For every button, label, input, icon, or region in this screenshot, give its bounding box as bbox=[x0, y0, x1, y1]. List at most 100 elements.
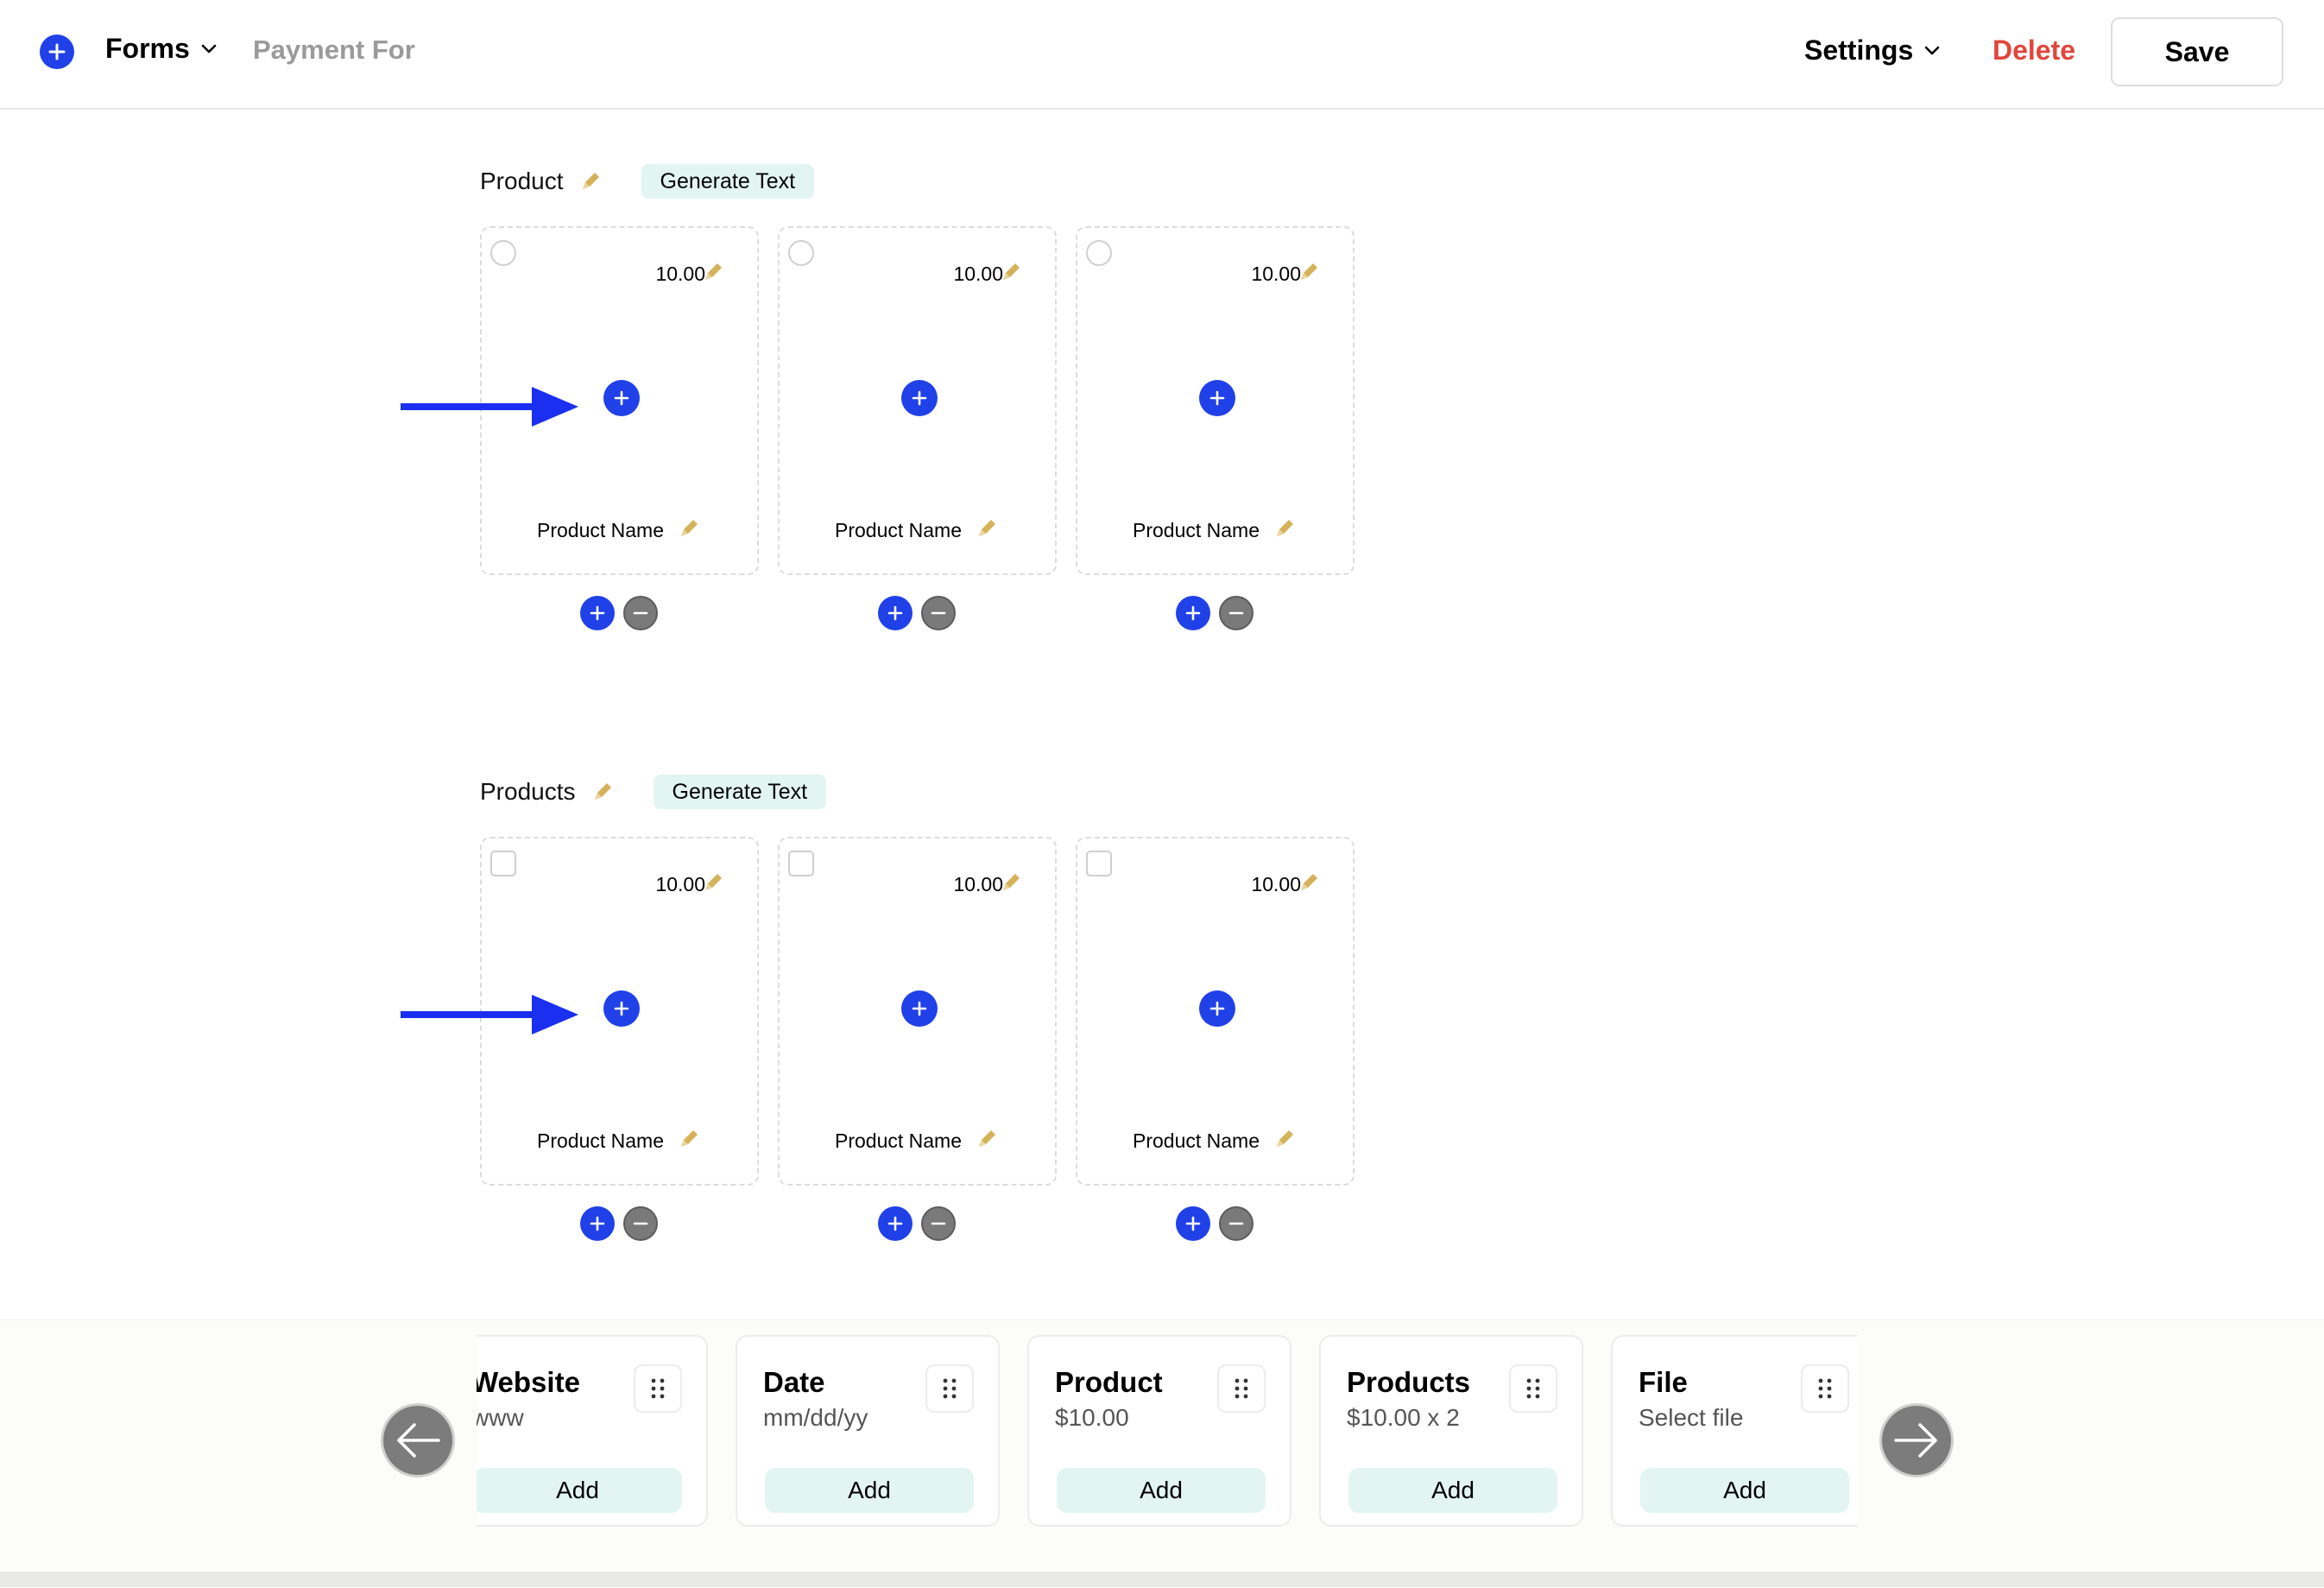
field-list: Website www Add Date mm/dd/yy Add Produc… bbox=[477, 1335, 1858, 1527]
add-card-button[interactable] bbox=[1176, 596, 1210, 630]
section-header: Products Generate Text bbox=[480, 773, 827, 811]
pencil-icon[interactable] bbox=[678, 1128, 700, 1150]
remove-card-button[interactable] bbox=[921, 1206, 956, 1241]
field-title: Website bbox=[477, 1366, 580, 1398]
remove-card-button[interactable] bbox=[1219, 1206, 1254, 1241]
select-checkbox[interactable] bbox=[1086, 851, 1112, 876]
pencil-icon[interactable] bbox=[1273, 517, 1296, 540]
field-card-products: Products $10.00 x 2 Add bbox=[1319, 1335, 1583, 1527]
select-checkbox[interactable] bbox=[788, 851, 814, 876]
add-field-button[interactable]: Add bbox=[477, 1468, 682, 1513]
field-card-product: Product $10.00 Add bbox=[1027, 1335, 1291, 1527]
add-field-button[interactable]: Add bbox=[1640, 1468, 1849, 1513]
drag-handle-icon[interactable] bbox=[1801, 1364, 1849, 1413]
pencil-icon[interactable] bbox=[1298, 871, 1320, 894]
product-name[interactable]: Product Name bbox=[1133, 1129, 1260, 1153]
price-value[interactable]: 10.00 bbox=[655, 873, 705, 896]
generate-text-button[interactable]: Generate Text bbox=[653, 775, 827, 809]
add-card-button[interactable] bbox=[580, 596, 615, 630]
drag-handle-icon[interactable] bbox=[1509, 1364, 1557, 1413]
product-name[interactable]: Product Name bbox=[537, 1129, 664, 1153]
add-field-button[interactable]: Add bbox=[1057, 1468, 1266, 1513]
pencil-icon[interactable] bbox=[591, 781, 614, 803]
scroll-right-button[interactable] bbox=[1882, 1406, 1951, 1475]
add-image-button[interactable] bbox=[1199, 990, 1235, 1027]
add-image-button[interactable] bbox=[901, 990, 938, 1027]
form-name[interactable]: Payment For bbox=[253, 35, 415, 66]
pencil-icon[interactable] bbox=[976, 517, 998, 540]
field-subtitle: www bbox=[477, 1404, 524, 1431]
remove-card-button[interactable] bbox=[921, 596, 956, 630]
field-carousel: Website www Add Date mm/dd/yy Add Produc… bbox=[477, 1335, 1858, 1534]
add-field-button[interactable]: Add bbox=[1348, 1468, 1557, 1513]
add-card-button[interactable] bbox=[878, 596, 913, 630]
add-field-button[interactable]: Add bbox=[765, 1468, 974, 1513]
drag-handle-icon[interactable] bbox=[925, 1364, 974, 1413]
product-name[interactable]: Product Name bbox=[835, 519, 962, 542]
settings-menu[interactable]: Settings bbox=[1804, 35, 1941, 66]
section-title[interactable]: Product bbox=[480, 168, 564, 195]
price-value[interactable]: 10.00 bbox=[953, 873, 1003, 896]
product-name[interactable]: Product Name bbox=[835, 1129, 962, 1153]
pencil-icon[interactable] bbox=[976, 1128, 998, 1150]
product-card: 10.00 Product Name bbox=[1076, 837, 1355, 1186]
add-card-button[interactable] bbox=[878, 1206, 913, 1241]
generate-text-button[interactable]: Generate Text bbox=[641, 164, 815, 199]
remove-card-button[interactable] bbox=[623, 596, 658, 630]
remove-card-button[interactable] bbox=[1219, 596, 1254, 630]
product-card-column: 10.00 Product Name bbox=[1076, 226, 1355, 630]
product-name[interactable]: Product Name bbox=[537, 519, 664, 542]
product-card-column: 10.00 Product Name bbox=[778, 837, 1057, 1241]
add-image-button[interactable] bbox=[603, 380, 640, 416]
add-card-button[interactable] bbox=[1176, 1206, 1210, 1241]
price-value[interactable]: 10.00 bbox=[1251, 263, 1301, 286]
add-card-button[interactable] bbox=[580, 1206, 615, 1241]
save-button[interactable]: Save bbox=[2111, 17, 2283, 86]
pencil-icon[interactable] bbox=[678, 517, 700, 540]
chevron-down-icon bbox=[201, 44, 217, 53]
select-radio[interactable] bbox=[490, 240, 516, 266]
select-checkbox[interactable] bbox=[490, 851, 516, 876]
product-name[interactable]: Product Name bbox=[1133, 519, 1260, 542]
select-radio[interactable] bbox=[1086, 240, 1112, 266]
pencil-icon[interactable] bbox=[579, 170, 602, 193]
card-controls bbox=[878, 1206, 956, 1241]
price-value[interactable]: 10.00 bbox=[1251, 873, 1301, 896]
add-image-button[interactable] bbox=[901, 380, 938, 416]
add-image-button[interactable] bbox=[603, 990, 640, 1027]
section-title[interactable]: Products bbox=[480, 778, 576, 806]
price-value[interactable]: 10.00 bbox=[655, 263, 705, 286]
add-icon[interactable] bbox=[40, 35, 74, 69]
delete-button[interactable]: Delete bbox=[1992, 35, 2075, 66]
scroll-left-button[interactable] bbox=[383, 1406, 452, 1475]
drag-handle-icon[interactable] bbox=[634, 1364, 682, 1413]
pencil-icon[interactable] bbox=[1273, 1128, 1296, 1150]
product-card: 10.00 Product Name bbox=[778, 837, 1057, 1186]
drag-handle-icon[interactable] bbox=[1217, 1364, 1266, 1413]
field-subtitle: $10.00 x 2 bbox=[1347, 1404, 1460, 1431]
field-card-date: Date mm/dd/yy Add bbox=[736, 1335, 1000, 1527]
chevron-down-icon bbox=[1924, 46, 1940, 54]
arrow-right-icon bbox=[401, 387, 578, 427]
arrow-right-icon bbox=[401, 995, 578, 1034]
pencil-icon[interactable] bbox=[702, 261, 724, 283]
forms-label: Forms bbox=[105, 33, 190, 64]
field-title: File bbox=[1639, 1366, 1688, 1398]
pencil-icon[interactable] bbox=[702, 871, 724, 894]
settings-label: Settings bbox=[1804, 35, 1914, 66]
tray-bottom-edge bbox=[0, 1572, 2324, 1587]
field-title: Products bbox=[1347, 1366, 1471, 1398]
select-radio[interactable] bbox=[788, 240, 814, 266]
field-subtitle: mm/dd/yy bbox=[763, 1404, 868, 1431]
product-card-column: 10.00 Product Name bbox=[1076, 837, 1355, 1241]
pencil-icon[interactable] bbox=[1298, 261, 1320, 283]
price-value[interactable]: 10.00 bbox=[953, 263, 1003, 286]
pencil-icon[interactable] bbox=[1000, 871, 1022, 894]
product-card: 10.00 Product Name bbox=[1076, 226, 1355, 575]
forms-menu[interactable]: Forms bbox=[105, 33, 218, 65]
add-image-button[interactable] bbox=[1199, 380, 1235, 416]
section-header: Product Generate Text bbox=[480, 162, 815, 200]
remove-card-button[interactable] bbox=[623, 1206, 658, 1241]
pencil-icon[interactable] bbox=[1000, 261, 1022, 283]
product-section: Product Generate Text 10.00 Product Name bbox=[480, 162, 1355, 646]
